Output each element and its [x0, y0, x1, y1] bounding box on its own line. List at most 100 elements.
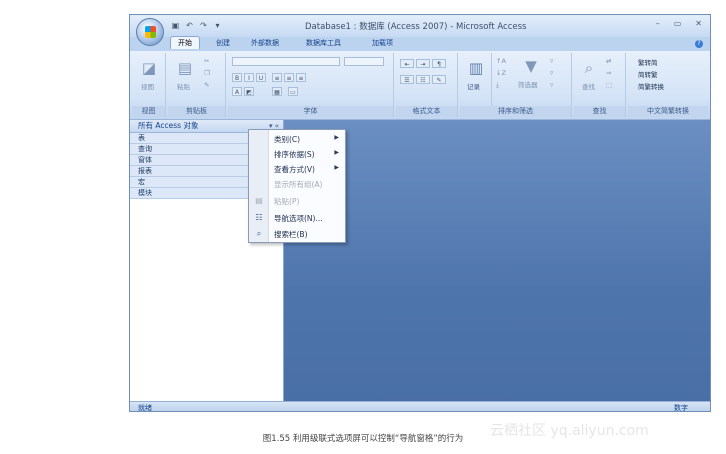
group-label-chinese-convert: 中文简繁转换 [628, 106, 708, 117]
menu-item-label: 导航选项(N)... [274, 214, 323, 223]
quick-access-toolbar: ▣ ↶ ↷ ▾ [170, 20, 223, 31]
tab-external-data[interactable]: 外部数据 [251, 38, 279, 48]
italic-icon[interactable]: I [244, 73, 254, 82]
select-icon[interactable]: ⬚ [606, 81, 612, 89]
advanced-filter-icon[interactable]: ▿ [550, 69, 553, 77]
font-name-select[interactable] [232, 57, 340, 66]
save-icon[interactable]: ▣ [170, 20, 181, 31]
menu-item-nav-options[interactable]: ☷ 导航选项(N)... [249, 212, 345, 225]
align-right-icon[interactable]: ≡ [296, 73, 306, 82]
group-label-font: 字体 [228, 106, 393, 117]
numbering-icon[interactable]: ☷ [416, 75, 430, 84]
font-color-icon[interactable]: A [232, 87, 242, 96]
menu-item-category[interactable]: 类别(C) ▶ [249, 133, 345, 146]
access-window: ▣ ↶ ↷ ▾ Database1 : 数据库 (Access 2007) - … [129, 14, 711, 412]
records-button-label: 记录 [467, 83, 480, 91]
paste-icon[interactable]: ▤ [174, 57, 196, 79]
filter-button-label: 筛选器 [518, 81, 538, 89]
convert-button[interactable]: 简繁转换 [638, 81, 664, 91]
office-logo-icon [145, 26, 156, 38]
close-button[interactable]: ✕ [695, 19, 702, 28]
align-left-icon[interactable]: ≡ [272, 73, 282, 82]
view-icon[interactable]: ◪ [138, 57, 160, 79]
tab-home[interactable]: 开始 [170, 36, 200, 49]
fill-color-icon[interactable]: ◩ [244, 87, 254, 96]
figure-caption: 图1.55 利用级联式选项屏可以控制“导航窗格”的行为 [262, 434, 464, 444]
underline-icon[interactable]: U [256, 73, 266, 82]
paragraph-icon[interactable]: ¶ [432, 59, 446, 68]
window-controls: – ▭ ✕ [656, 19, 702, 28]
customize-icon[interactable]: ▾ [212, 20, 223, 31]
nav-item-tables[interactable]: 表 [130, 133, 248, 144]
group-label-views: 视图 [132, 106, 165, 117]
highlight-icon[interactable]: ✎ [432, 75, 446, 84]
status-bar: 就绪 数字 [130, 401, 710, 412]
window-title: Database1 : 数据库 (Access 2007) - Microsof… [305, 22, 527, 32]
simp-to-trad-button[interactable]: 简转繁 [638, 69, 658, 79]
gridlines-icon[interactable]: ▦ [272, 87, 282, 96]
bullets-icon[interactable]: ☰ [400, 75, 414, 84]
menu-item-label: 搜索栏(B) [274, 230, 308, 239]
nav-item-reports[interactable]: 报表 [130, 166, 248, 177]
menu-item-view-by[interactable]: 查看方式(V) ▶ [249, 163, 345, 176]
filter-icon[interactable]: ▼ [520, 55, 542, 77]
font-size-select[interactable] [344, 57, 384, 66]
maximize-button[interactable]: ▭ [674, 19, 682, 28]
group-label-rich-text: 格式文本 [396, 106, 457, 117]
sort-desc-icon[interactable]: ↓Z [496, 69, 506, 77]
align-center-icon[interactable]: ≡ [284, 73, 294, 82]
paste-icon: ▤ [255, 196, 263, 205]
help-icon[interactable]: ? [695, 40, 703, 48]
nav-pane-title: 所有 Access 对象 [138, 121, 199, 130]
decrease-indent-icon[interactable]: ⇤ [400, 59, 414, 68]
sort-asc-icon[interactable]: ↑A [496, 57, 506, 65]
menu-item-paste: ▤ 粘贴(P) [249, 195, 345, 208]
minimize-button[interactable]: – [656, 19, 660, 28]
menu-item-search-bar[interactable]: ⌕ 搜索栏(B) [249, 228, 345, 241]
toggle-filter-icon[interactable]: ▿ [550, 81, 553, 89]
format-painter-icon[interactable]: ✎ [204, 81, 209, 89]
group-label-clipboard: 剪贴板 [168, 106, 225, 117]
menu-item-label: 查看方式(V) [274, 165, 315, 174]
group-views: ◪ 视图 视图 [132, 53, 166, 117]
increase-indent-icon[interactable]: ⇥ [416, 59, 430, 68]
menu-item-label: 类别(C) [274, 135, 301, 144]
records-icon[interactable]: ▥ [465, 57, 487, 79]
menu-item-label: 排序依据(S) [274, 150, 315, 159]
nav-item-macros[interactable]: 宏 [130, 177, 248, 188]
submenu-arrow-icon: ▶ [334, 149, 339, 156]
context-menu: 类别(C) ▶ 排序依据(S) ▶ 查看方式(V) ▶ 显示所有组(A) ▤ 粘… [248, 129, 346, 243]
view-button-label: 视图 [141, 83, 154, 91]
group-chinese-convert: 繁转简 简转繁 简繁转换 中文简繁转换 [628, 53, 708, 117]
group-rich-text: ⇤ ⇥ ¶ ☰ ☷ ✎ 格式文本 [396, 53, 458, 117]
submenu-arrow-icon: ▶ [334, 164, 339, 171]
replace-icon[interactable]: ⇄ [606, 57, 611, 65]
cut-icon[interactable]: ✂ [204, 57, 209, 65]
redo-icon[interactable]: ↷ [198, 20, 209, 31]
tab-database-tools[interactable]: 数据库工具 [306, 38, 341, 48]
nav-item-queries[interactable]: 查询 [130, 144, 248, 155]
status-ready: 就绪 [138, 404, 152, 412]
bold-icon[interactable]: B [232, 73, 242, 82]
status-numlock: 数字 [674, 404, 688, 412]
trad-to-simp-button[interactable]: 繁转简 [638, 57, 658, 67]
clear-sort-icon[interactable]: ⤓ [496, 81, 499, 90]
nav-item-modules[interactable]: 模块 [130, 188, 248, 199]
group-label-sort-filter: 排序和筛选 [460, 106, 571, 117]
alt-fill-icon[interactable]: ▭ [288, 87, 298, 96]
title-bar: ▣ ↶ ↷ ▾ Database1 : 数据库 (Access 2007) - … [130, 15, 710, 37]
find-icon[interactable]: ⌕ [578, 57, 600, 79]
group-sort-filter: ↑A ↓Z ⤓ ▼ 筛选器 ▿ ▿ ▿ 排序和筛选 [460, 53, 572, 117]
nav-options-icon: ☷ [255, 213, 263, 222]
group-find: ⌕ 查找 ⇄ ⇒ ⬚ 查找 [574, 53, 626, 117]
office-button[interactable] [136, 18, 164, 46]
nav-item-forms[interactable]: 窗体 [130, 155, 248, 166]
goto-icon[interactable]: ⇒ [606, 69, 611, 77]
tab-create[interactable]: 创建 [216, 38, 230, 48]
undo-icon[interactable]: ↶ [184, 20, 195, 31]
menu-item-sort-by[interactable]: 排序依据(S) ▶ [249, 148, 345, 161]
group-clipboard: ▤ 粘贴 ✂ ❐ ✎ 剪贴板 [168, 53, 226, 117]
tab-addins[interactable]: 加载项 [372, 38, 393, 48]
copy-icon[interactable]: ❐ [204, 69, 210, 77]
selection-filter-icon[interactable]: ▿ [550, 57, 553, 65]
